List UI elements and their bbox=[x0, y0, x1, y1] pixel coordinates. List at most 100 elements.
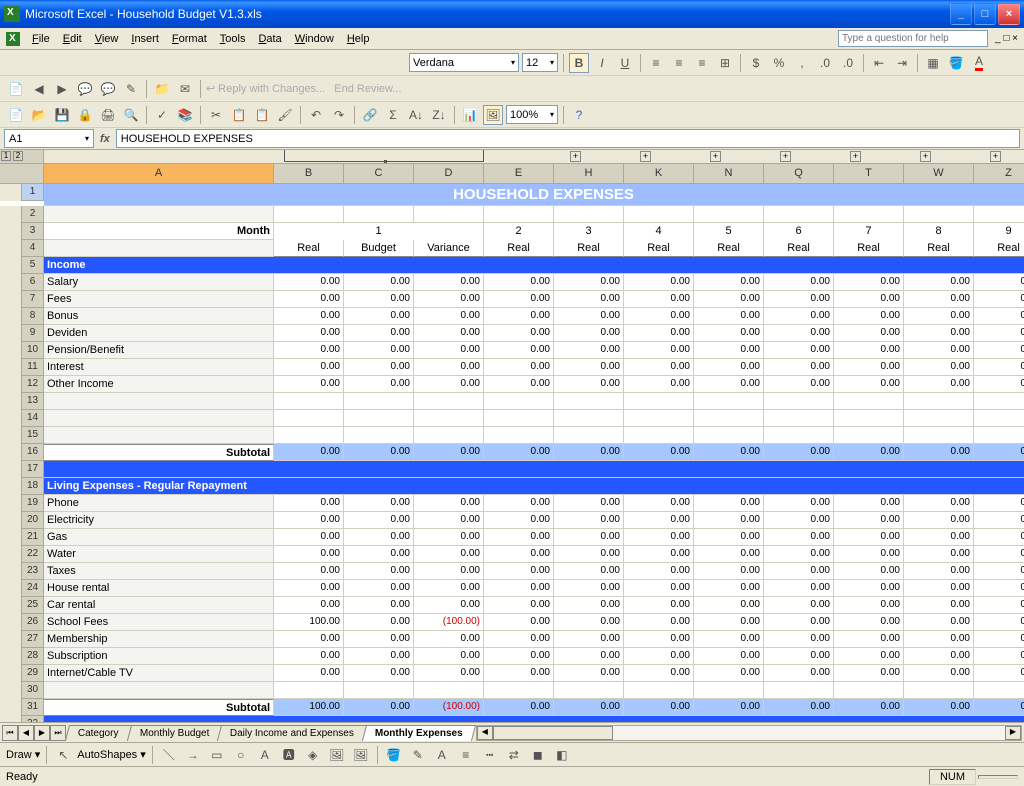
line-button[interactable]: ＼ bbox=[159, 745, 179, 765]
cell[interactable] bbox=[694, 206, 764, 223]
cell-value[interactable]: 0.00 bbox=[974, 512, 1024, 529]
sheet-tab-monthly-expenses[interactable]: Monthly Expenses bbox=[362, 725, 476, 741]
cell-value[interactable]: 0.00 bbox=[274, 308, 344, 325]
cell-value[interactable]: 0.00 bbox=[414, 580, 484, 597]
cell-value[interactable]: 0.00 bbox=[554, 325, 624, 342]
cell-value[interactable]: 0.00 bbox=[484, 359, 554, 376]
cell-value[interactable]: 0.00 bbox=[904, 325, 974, 342]
fill-color-draw-button[interactable]: 🪣 bbox=[384, 745, 404, 765]
item-label[interactable]: School Fees bbox=[44, 614, 274, 631]
line-style-button[interactable]: ≡ bbox=[456, 745, 476, 765]
cell-value[interactable]: 0.00 bbox=[344, 631, 414, 648]
item-label[interactable]: Pension/Benefit bbox=[44, 342, 274, 359]
cell[interactable] bbox=[904, 682, 974, 699]
cell-value[interactable]: 0.00 bbox=[834, 325, 904, 342]
hyperlink-button[interactable]: 🔗 bbox=[360, 105, 380, 125]
cell-value[interactable]: 0.00 bbox=[344, 546, 414, 563]
cell-value[interactable]: 0.00 bbox=[904, 495, 974, 512]
row-header-29[interactable]: 29 bbox=[22, 665, 44, 682]
row-header-12[interactable]: 12 bbox=[22, 376, 44, 393]
tab-last-button[interactable]: ⏭ bbox=[50, 725, 66, 741]
cell-value[interactable]: 0.00 bbox=[554, 665, 624, 682]
menu-file[interactable]: File bbox=[26, 31, 56, 47]
cell-value[interactable]: 0.00 bbox=[694, 614, 764, 631]
cell[interactable] bbox=[624, 682, 694, 699]
cell-value[interactable]: 0.00 bbox=[694, 274, 764, 291]
close-button[interactable]: × bbox=[998, 3, 1020, 25]
cell-value[interactable]: 0.00 bbox=[834, 342, 904, 359]
cell-value[interactable]: 0.00 bbox=[414, 665, 484, 682]
menu-help[interactable]: Help bbox=[341, 31, 376, 47]
cell-value[interactable]: 0.00 bbox=[414, 359, 484, 376]
picture-button[interactable]: 🖼 bbox=[351, 745, 371, 765]
cell[interactable] bbox=[414, 393, 484, 410]
cell-value[interactable]: 0.00 bbox=[764, 376, 834, 393]
align-center-button[interactable]: ≡ bbox=[669, 53, 689, 73]
tab-next-button[interactable]: ▶ bbox=[34, 725, 50, 741]
print-button[interactable]: 🖨 bbox=[98, 105, 118, 125]
cell-value[interactable]: 0.00 bbox=[764, 291, 834, 308]
cell[interactable] bbox=[694, 393, 764, 410]
cell-value[interactable]: 0.00 bbox=[834, 665, 904, 682]
item-label[interactable]: Taxes bbox=[44, 563, 274, 580]
cell-value[interactable]: 0.00 bbox=[484, 325, 554, 342]
cell-value[interactable]: 0.00 bbox=[554, 376, 624, 393]
cell-value[interactable]: 0.00 bbox=[414, 563, 484, 580]
cell-value[interactable]: 0.00 bbox=[484, 529, 554, 546]
row-header-3[interactable]: 3 bbox=[22, 223, 44, 240]
cell-value[interactable]: 0.00 bbox=[274, 563, 344, 580]
column-header-N[interactable]: N bbox=[694, 164, 764, 184]
cell-value[interactable]: 0.00 bbox=[484, 665, 554, 682]
cell[interactable] bbox=[554, 206, 624, 223]
cell[interactable] bbox=[904, 206, 974, 223]
cell-value[interactable]: 0.00 bbox=[834, 597, 904, 614]
cell[interactable] bbox=[974, 206, 1024, 223]
cell-value[interactable]: 0.00 bbox=[694, 648, 764, 665]
outline-level-1[interactable]: 1 bbox=[1, 151, 11, 161]
paste-button[interactable]: 📋 bbox=[252, 105, 272, 125]
cell-value[interactable]: 0.00 bbox=[414, 291, 484, 308]
cell-value[interactable]: 0.00 bbox=[974, 308, 1024, 325]
cell-value[interactable]: 0.00 bbox=[414, 376, 484, 393]
row-header-24[interactable]: 24 bbox=[22, 580, 44, 597]
undo-button[interactable]: ↶ bbox=[306, 105, 326, 125]
cell-value[interactable]: 0.00 bbox=[694, 308, 764, 325]
cell[interactable] bbox=[344, 682, 414, 699]
cell[interactable] bbox=[694, 410, 764, 427]
decrease-decimal-button[interactable]: .0 bbox=[838, 53, 858, 73]
cell-value[interactable]: 0.00 bbox=[764, 597, 834, 614]
cell-value[interactable]: (100.00) bbox=[414, 614, 484, 631]
cell[interactable] bbox=[974, 393, 1024, 410]
font-color-button[interactable]: A bbox=[969, 53, 989, 73]
cell[interactable] bbox=[764, 682, 834, 699]
cell-value[interactable]: 0.00 bbox=[274, 546, 344, 563]
cell-value[interactable]: 0.00 bbox=[624, 342, 694, 359]
cell-value[interactable]: 0.00 bbox=[764, 325, 834, 342]
cell[interactable] bbox=[344, 206, 414, 223]
cell-value[interactable]: 0.00 bbox=[624, 495, 694, 512]
cell-value[interactable]: 0.00 bbox=[834, 563, 904, 580]
cell-value[interactable]: 0.00 bbox=[624, 529, 694, 546]
autoshapes-menu[interactable]: AutoShapes ▾ bbox=[77, 748, 146, 761]
cell[interactable] bbox=[44, 206, 274, 223]
increase-decimal-button[interactable]: .0 bbox=[815, 53, 835, 73]
cell-value[interactable]: 0.00 bbox=[904, 546, 974, 563]
cell-value[interactable]: 0.00 bbox=[974, 274, 1024, 291]
cell-value[interactable]: 0.00 bbox=[484, 546, 554, 563]
row-header-18[interactable]: 18 bbox=[22, 478, 44, 495]
cell[interactable] bbox=[484, 393, 554, 410]
cell-value[interactable]: 0.00 bbox=[274, 325, 344, 342]
bold-button[interactable]: B bbox=[569, 53, 589, 73]
cell-value[interactable]: 0.00 bbox=[694, 495, 764, 512]
select-all-corner[interactable] bbox=[0, 164, 44, 184]
cell[interactable] bbox=[44, 682, 274, 699]
cell-value[interactable]: 0.00 bbox=[834, 274, 904, 291]
menu-view[interactable]: View bbox=[89, 31, 125, 47]
cell-value[interactable]: 0.00 bbox=[414, 495, 484, 512]
3d-button[interactable]: ◧ bbox=[552, 745, 572, 765]
next-button[interactable]: ▶ bbox=[52, 79, 72, 99]
item-label[interactable]: Membership bbox=[44, 631, 274, 648]
arrow-style-button[interactable]: ⇄ bbox=[504, 745, 524, 765]
outline-expand-button[interactable]: + bbox=[850, 151, 861, 162]
item-label[interactable]: Interest bbox=[44, 359, 274, 376]
